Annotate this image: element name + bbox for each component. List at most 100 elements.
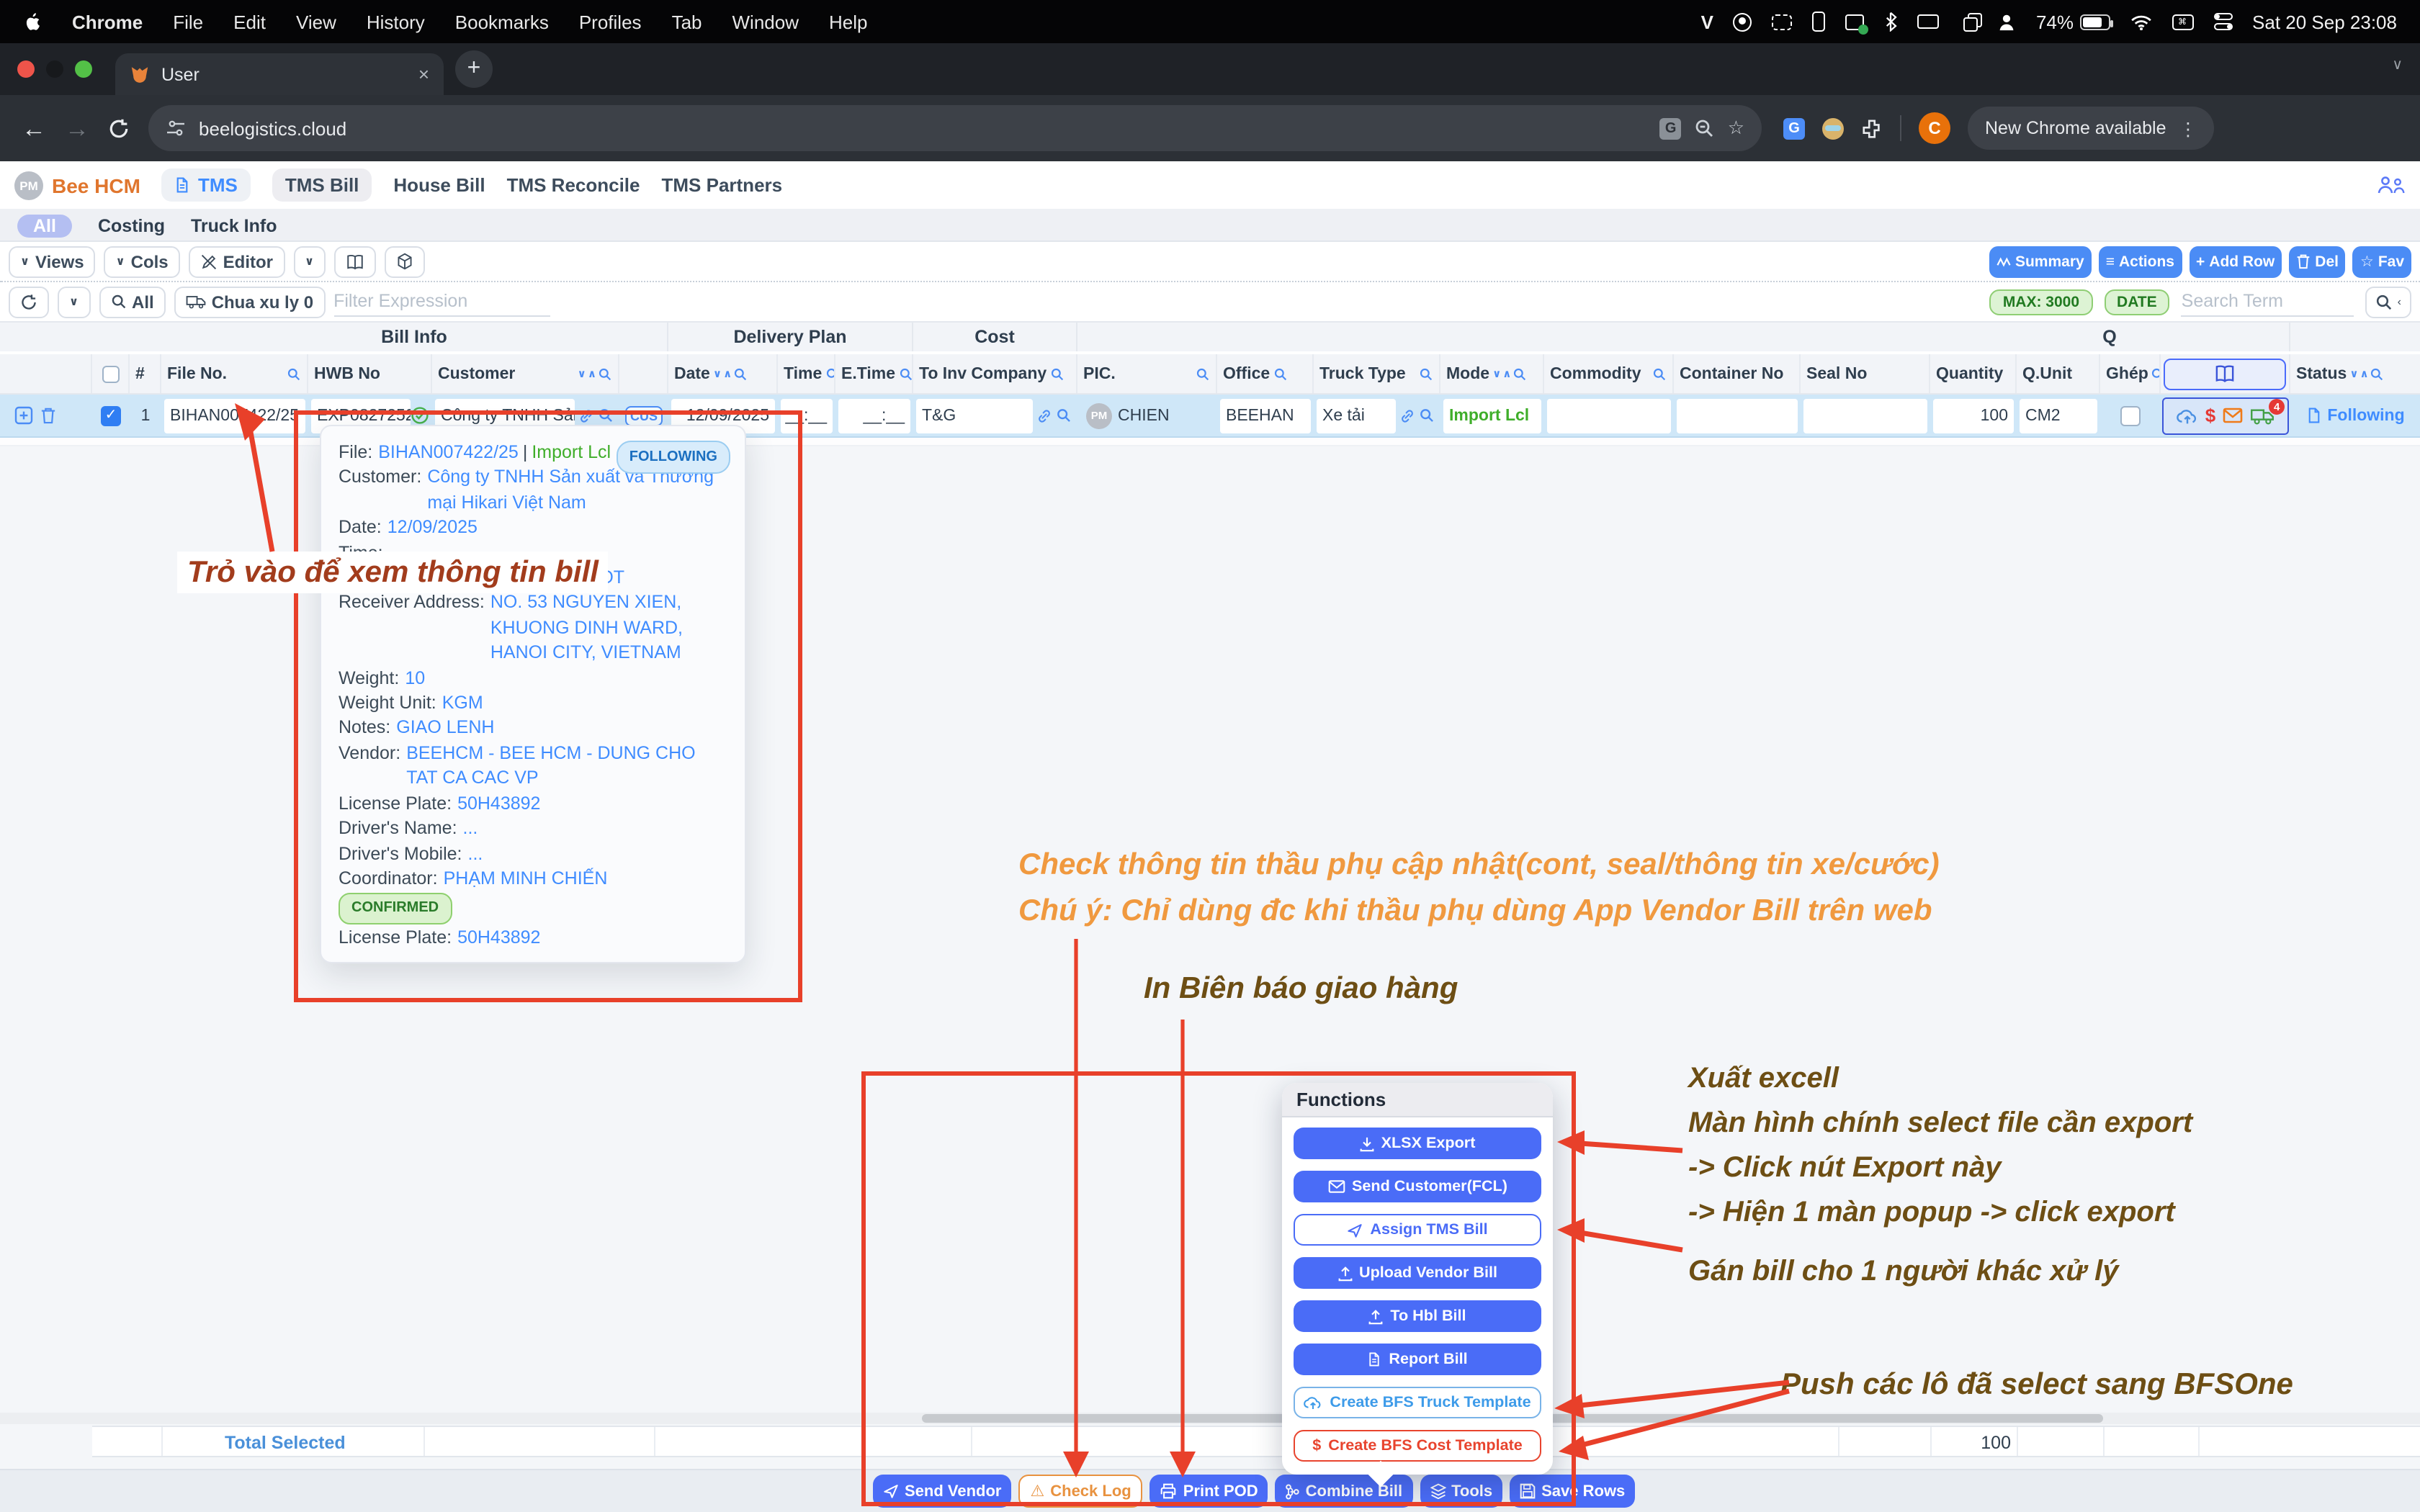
create-bfs-truck-template-button[interactable]: Create BFS Truck Template bbox=[1294, 1387, 1541, 1418]
views-button[interactable]: ∨Views bbox=[9, 246, 96, 277]
send-vendor-button[interactable]: Send Vendor bbox=[873, 1475, 1012, 1508]
filter-all-button[interactable]: All bbox=[99, 286, 166, 318]
record-icon[interactable] bbox=[1734, 12, 1752, 31]
cell-seal-no[interactable] bbox=[1801, 395, 1930, 436]
cell-to-inv-company[interactable]: T&G bbox=[913, 395, 1077, 436]
col-pic[interactable]: PIC. bbox=[1077, 354, 1217, 393]
check-log-button[interactable]: ⚠Check Log bbox=[1019, 1475, 1143, 1508]
stage-manager-icon[interactable] bbox=[1964, 17, 1978, 31]
phone-mirroring-icon[interactable] bbox=[1813, 12, 1826, 32]
battery-indicator[interactable]: 74% bbox=[2036, 11, 2110, 32]
trash-icon[interactable] bbox=[40, 406, 56, 425]
col-file-no[interactable]: File No. bbox=[161, 354, 308, 393]
subtab-all[interactable]: All bbox=[17, 214, 72, 237]
cell-time[interactable]: __:__ bbox=[778, 395, 835, 436]
display-icon[interactable] bbox=[1918, 14, 1940, 29]
menu-history[interactable]: History bbox=[367, 11, 425, 32]
new-tab-button[interactable]: + bbox=[455, 50, 493, 88]
link-icon[interactable] bbox=[578, 407, 595, 424]
minimize-window-button[interactable] bbox=[46, 60, 63, 78]
col-quick-actions[interactable] bbox=[2161, 354, 2290, 393]
refresh-dropdown-button[interactable]: ∨ bbox=[58, 286, 90, 318]
select-all-checkbox[interactable] bbox=[92, 354, 130, 393]
horizontal-scrollbar[interactable] bbox=[0, 1413, 2420, 1424]
toolbar-dropdown-button[interactable]: ∨ bbox=[293, 246, 326, 277]
menu-bookmarks[interactable]: Bookmarks bbox=[455, 11, 549, 32]
menu-view[interactable]: View bbox=[296, 11, 336, 32]
menu-help[interactable]: Help bbox=[829, 11, 868, 32]
cell-status[interactable]: Following bbox=[2290, 395, 2420, 436]
menu-profiles[interactable]: Profiles bbox=[579, 11, 642, 32]
row-checkbox[interactable]: ✓ bbox=[92, 395, 130, 436]
col-container-no[interactable]: Container No bbox=[1674, 354, 1801, 393]
cost-icon[interactable]: $ bbox=[2205, 405, 2215, 426]
col-time[interactable]: Time bbox=[778, 354, 835, 393]
more-menu-icon[interactable]: ⋮ bbox=[2179, 117, 2197, 139]
send-customer-button[interactable]: Send Customer(FCL) bbox=[1294, 1171, 1541, 1202]
col-mode[interactable]: Mode∨∧ bbox=[1440, 354, 1544, 393]
tab-close-icon[interactable]: × bbox=[418, 63, 429, 85]
control-center-icon[interactable] bbox=[2213, 13, 2232, 30]
col-office[interactable]: Office bbox=[1217, 354, 1314, 393]
zoom-out-icon[interactable] bbox=[1695, 118, 1715, 138]
col-quantity[interactable]: Quantity bbox=[1930, 354, 2017, 393]
cube-button[interactable] bbox=[385, 246, 425, 277]
col-commodity[interactable]: Commodity bbox=[1544, 354, 1674, 393]
col-ghep[interactable]: Ghép bbox=[2100, 354, 2161, 393]
bluetooth-icon[interactable] bbox=[1885, 12, 1898, 32]
browser-tab[interactable]: User × bbox=[115, 53, 444, 95]
col-to-inv-company[interactable]: To Inv Company bbox=[913, 354, 1077, 393]
cell-office[interactable]: BEEHAN bbox=[1217, 395, 1314, 436]
subtab-costing[interactable]: Costing bbox=[98, 215, 165, 235]
cell-truck-type[interactable]: Xe tải bbox=[1314, 395, 1440, 436]
col-qunit[interactable]: Q.Unit bbox=[2017, 354, 2100, 393]
subtab-truck-info[interactable]: Truck Info bbox=[191, 215, 277, 235]
back-icon[interactable]: ← bbox=[22, 116, 46, 140]
link-icon[interactable] bbox=[1399, 407, 1416, 424]
book-view-button[interactable] bbox=[334, 246, 376, 277]
forward-icon[interactable]: → bbox=[65, 116, 89, 140]
app-check-icon[interactable] bbox=[1846, 14, 1865, 30]
cols-button[interactable]: ∨Cols bbox=[104, 246, 180, 277]
menu-window[interactable]: Window bbox=[732, 11, 799, 32]
upload-vendor-bill-button[interactable]: Upload Vendor Bill bbox=[1294, 1257, 1541, 1289]
screenshot-icon[interactable] bbox=[1773, 14, 1793, 30]
tab-tms-partners[interactable]: TMS Partners bbox=[662, 174, 783, 196]
actions-button[interactable]: ≡Actions bbox=[2099, 246, 2182, 277]
v-status-icon[interactable]: V bbox=[1701, 11, 1713, 32]
google-translate-extension-icon[interactable]: G bbox=[1783, 117, 1805, 139]
col-seal-no[interactable]: Seal No bbox=[1801, 354, 1930, 393]
editor-button[interactable]: Editor bbox=[189, 246, 284, 277]
file-no-link[interactable]: BIHAN007422/25 bbox=[378, 441, 519, 466]
reload-icon[interactable] bbox=[108, 117, 130, 139]
avatar-extension-icon[interactable] bbox=[1822, 117, 1844, 139]
search-term-input[interactable] bbox=[2182, 287, 2354, 316]
favorite-button[interactable]: ☆Fav bbox=[2353, 246, 2411, 277]
tab-tms[interactable]: TMS bbox=[162, 168, 251, 202]
tab-tms-reconcile[interactable]: TMS Reconcile bbox=[507, 174, 640, 196]
tab-tms-bill[interactable]: TMS Bill bbox=[272, 168, 372, 202]
users-icon[interactable] bbox=[2377, 176, 2406, 194]
translate-page-icon[interactable]: G bbox=[1660, 117, 1682, 139]
zoom-window-button[interactable] bbox=[75, 60, 92, 78]
col-etime[interactable]: E.Time bbox=[835, 354, 913, 393]
vendor-truck-icon[interactable]: 4 bbox=[2250, 407, 2275, 424]
search-button[interactable]: ‹ bbox=[2366, 286, 2411, 318]
bookmark-star-icon[interactable]: ☆ bbox=[1728, 117, 1744, 140]
cell-quantity[interactable]: 100 bbox=[1930, 395, 2017, 436]
cell-ghep-checkbox[interactable] bbox=[2100, 395, 2161, 436]
to-hbl-bill-button[interactable]: To Hbl Bill bbox=[1294, 1300, 1541, 1332]
col-date[interactable]: Date∨∧ bbox=[668, 354, 778, 393]
search-icon[interactable] bbox=[1056, 408, 1072, 423]
cell-qunit[interactable]: CM2 bbox=[2017, 395, 2100, 436]
filter-expression-input[interactable] bbox=[333, 287, 550, 316]
menu-edit[interactable]: Edit bbox=[233, 11, 266, 32]
menubar-clock[interactable]: Sat 20 Sep 23:08 bbox=[2252, 11, 2397, 32]
save-rows-button[interactable]: Save Rows bbox=[1510, 1475, 1635, 1508]
site-settings-icon[interactable] bbox=[166, 118, 186, 138]
cell-file-no[interactable]: BIHAN007422/25 bbox=[161, 395, 308, 436]
menu-tab[interactable]: Tab bbox=[672, 11, 702, 32]
cell-etime[interactable]: __:__ bbox=[835, 395, 913, 436]
queue-filter-button[interactable]: Chua xu ly 0 bbox=[174, 286, 325, 318]
summary-button[interactable]: Summary bbox=[1989, 246, 2092, 277]
